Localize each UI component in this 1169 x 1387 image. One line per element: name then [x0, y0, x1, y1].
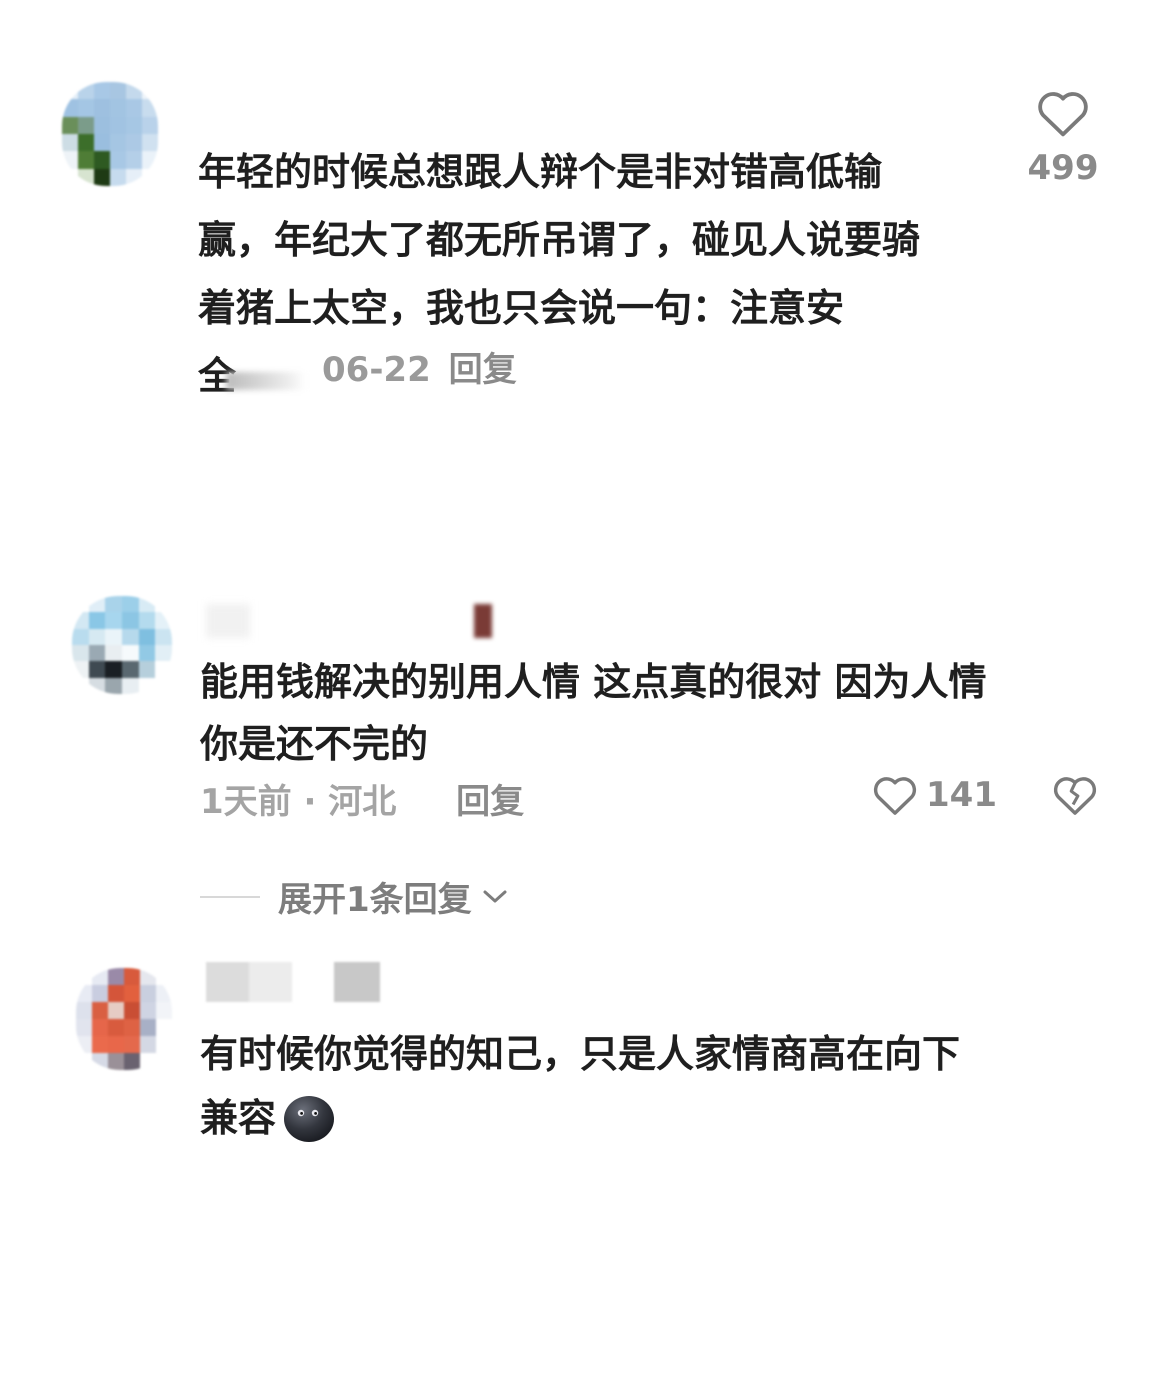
comment-last-line: 兼容 [200, 1096, 277, 1140]
comment-meta: 06-22 回复 [322, 342, 517, 391]
comment-body: 能用钱解决的别用人情 这点真的很对 因为人情 你是还不完的 [200, 648, 1100, 778]
comment-line: 有时候你觉得的知己，只是人家情商高在向下 [200, 1032, 961, 1076]
broken-heart-icon [1053, 777, 1097, 815]
dark-face-emoji-icon [284, 1096, 335, 1142]
comment-time: 1天前 [200, 782, 292, 822]
reply-button[interactable]: 回复 [456, 782, 524, 822]
comment-date: 06-22 [322, 350, 431, 390]
meta-separator: · [303, 782, 317, 822]
chevron-down-icon [483, 890, 507, 902]
expand-label: 展开1条回复 [278, 880, 472, 920]
like-button[interactable]: 141 [872, 774, 997, 816]
comment-body: 有时候你觉得的知己，只是人家情商高在向下 兼容 [200, 1020, 1120, 1152]
comment-line: 着猪上太空，我也只会说一句：注意安 [198, 286, 845, 330]
reply-button[interactable]: 回复 [449, 350, 517, 390]
heart-outline-icon [1038, 92, 1088, 137]
comment-line: 能用钱解决的别用人情 这点真的很对 因为人情 [200, 660, 987, 704]
like-count: 499 [1027, 148, 1099, 188]
heart-outline-icon [873, 777, 917, 815]
smudge [226, 372, 306, 390]
comment-line: 年轻的时候总想跟人辩个是非对错高低输 [198, 150, 883, 194]
username-redacted [206, 962, 292, 1002]
username-redacted [206, 604, 250, 638]
like-button[interactable]: 499 [1026, 88, 1100, 188]
user-avatar[interactable] [62, 82, 158, 186]
expand-replies-button[interactable]: 展开1条回复 [200, 872, 510, 921]
user-avatar[interactable] [76, 968, 172, 1070]
dislike-button[interactable] [1052, 774, 1098, 820]
like-count: 141 [926, 775, 997, 815]
comment-line: 赢，年纪大了都无所吊谓了，碰见人说要骑 [198, 218, 921, 262]
comment-line-last: 全 [198, 342, 998, 410]
comment-location: 河北 [328, 782, 397, 822]
comment-line: 你是还不完的 [200, 722, 429, 766]
comment-meta: 1天前 · 河北 回复 [200, 774, 524, 823]
comment-body: 年轻的时候总想跟人辩个是非对错高低输 赢，年纪大了都无所吊谓了，碰见人说要骑 着… [198, 138, 998, 410]
comment-line-last: 兼容 [200, 1084, 1120, 1152]
divider [200, 895, 260, 898]
user-badge [474, 604, 492, 638]
user-avatar[interactable] [72, 596, 172, 694]
user-badge [334, 962, 380, 1002]
